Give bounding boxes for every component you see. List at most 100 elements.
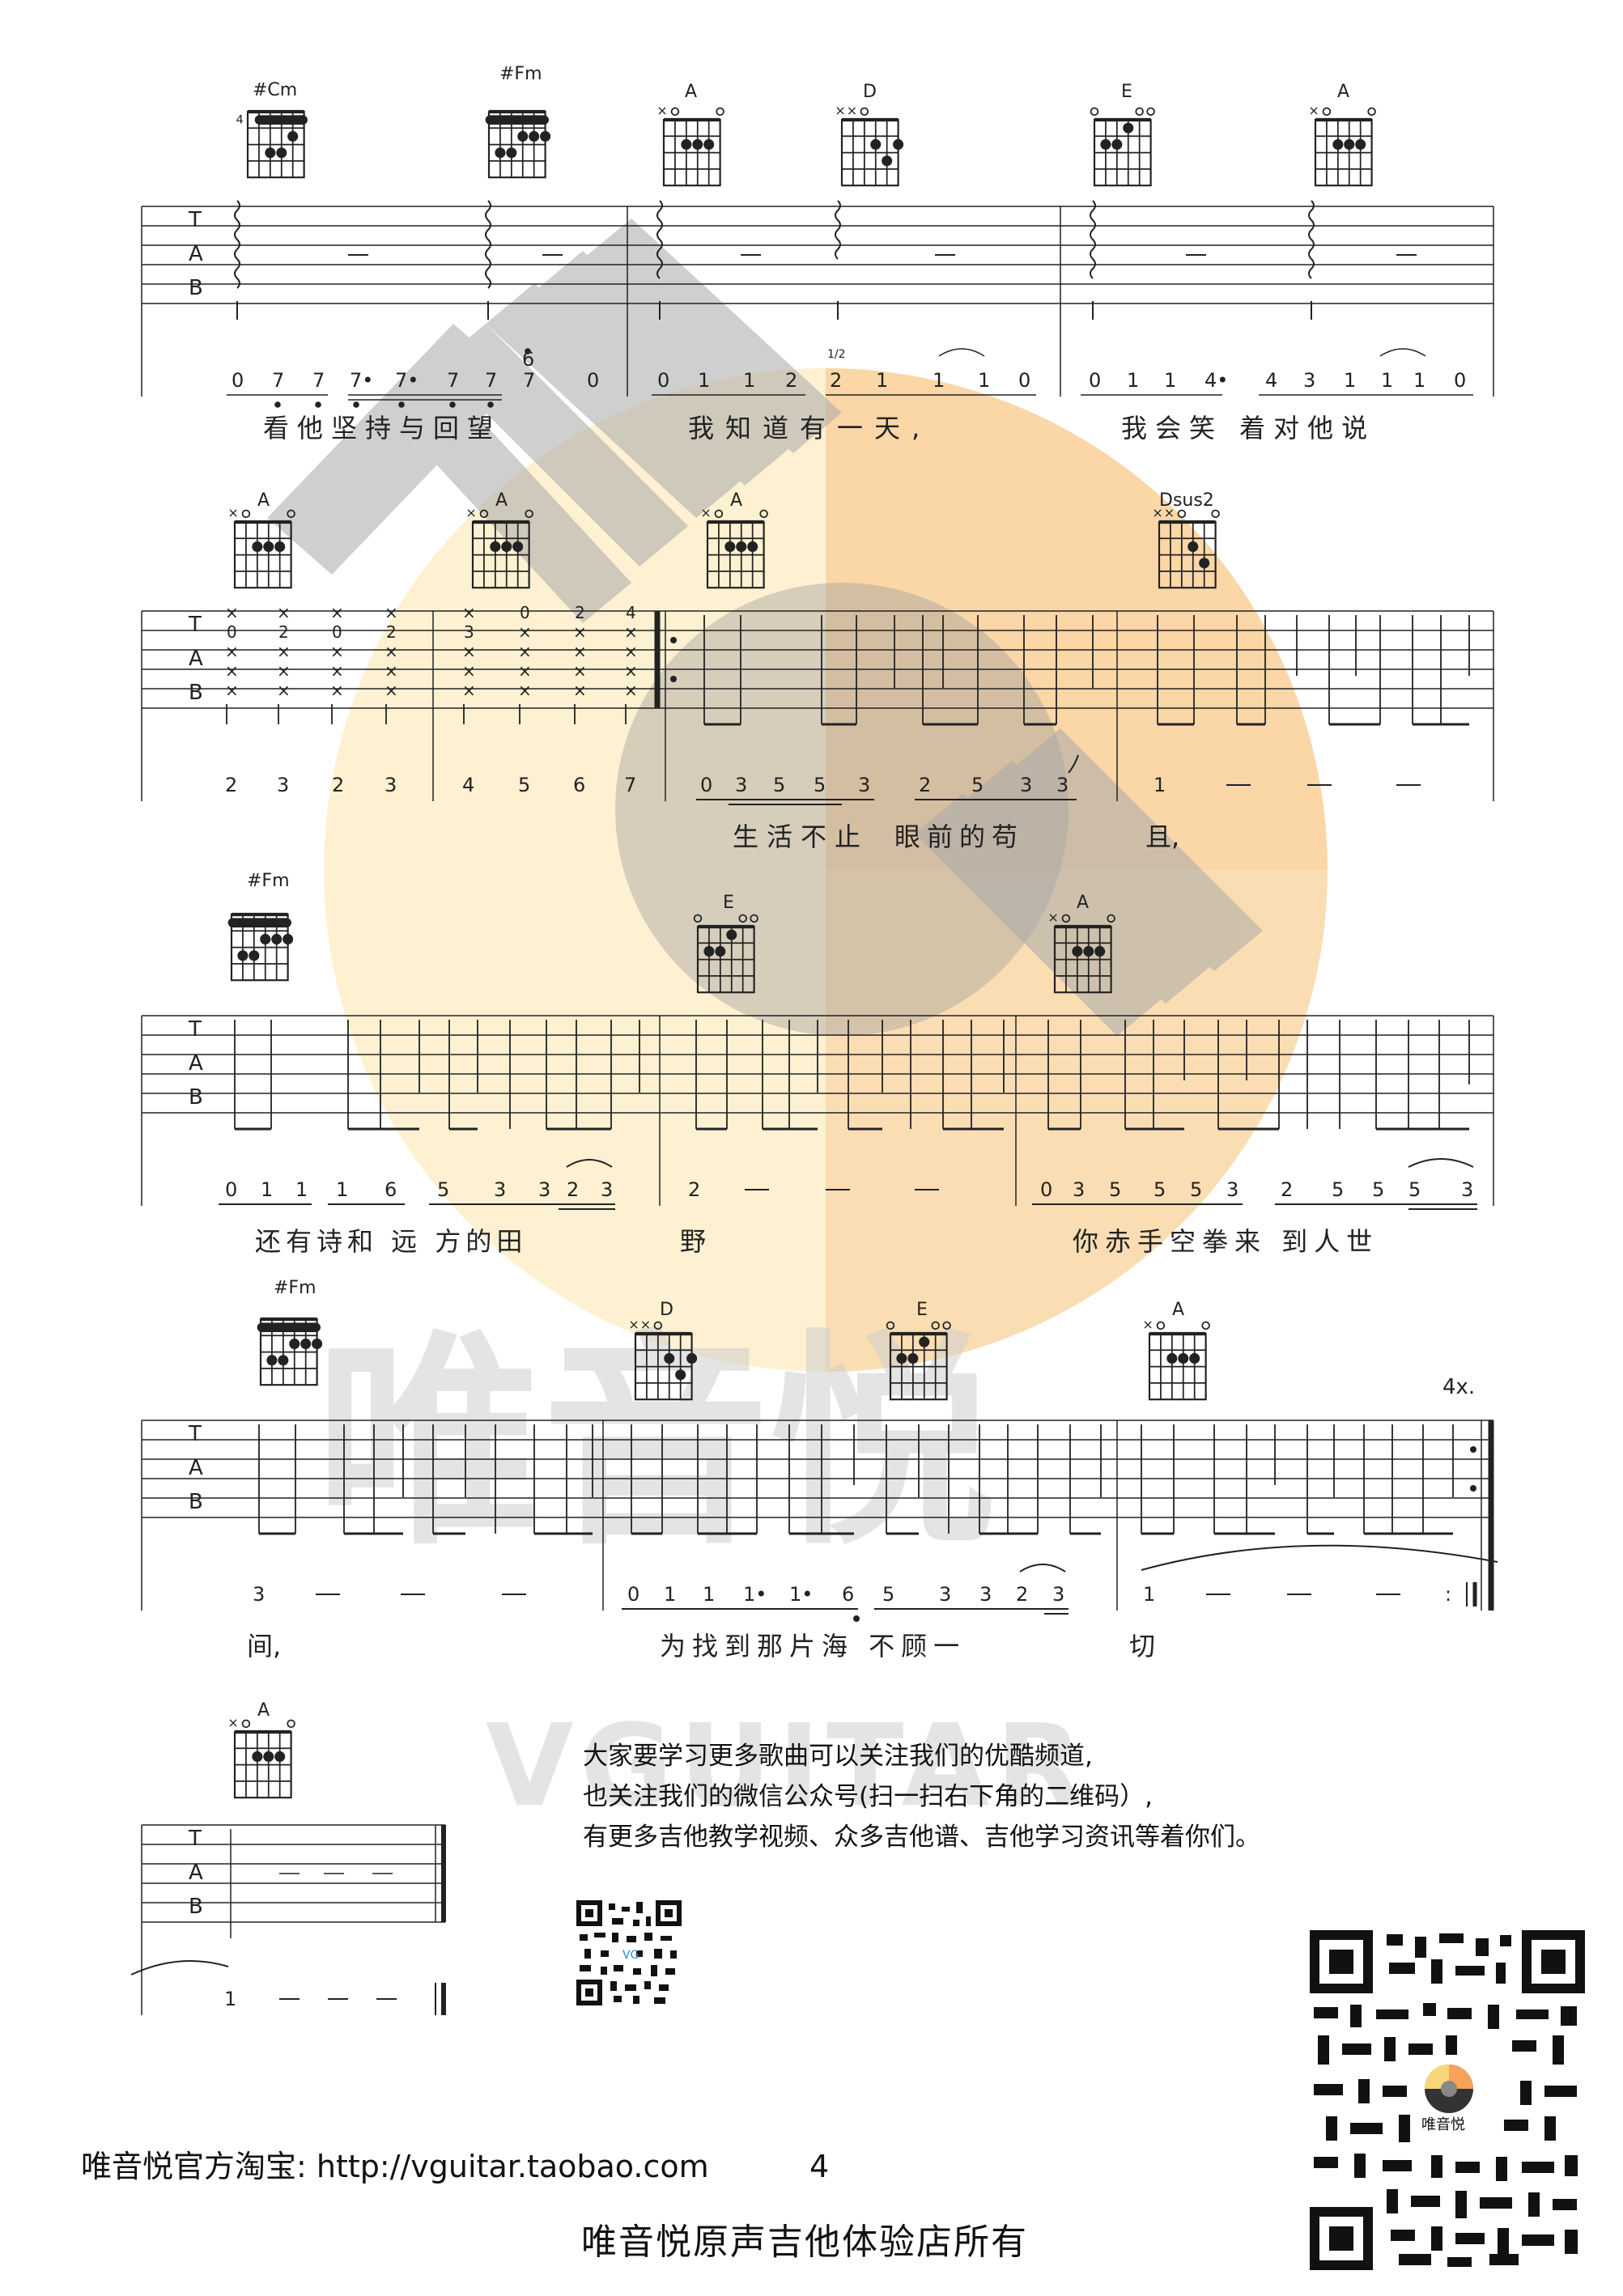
svg-text:还有诗和 远 方的田: 还有诗和 远 方的田 <box>255 1226 527 1257</box>
svg-text:A: A <box>189 1861 203 1885</box>
system-5: A TAB 1 <box>130 1700 446 2015</box>
svg-text:×: × <box>462 681 476 700</box>
svg-text:3: 3 <box>601 1178 613 1201</box>
footer-copyright: 唯音悦原声吉他体验店所有 <box>581 2222 1028 2263</box>
svg-text:1: 1 <box>703 1583 715 1606</box>
svg-text:2: 2 <box>919 774 931 796</box>
svg-text:3: 3 <box>735 774 747 796</box>
svg-text:3: 3 <box>385 774 397 796</box>
svg-text:A: A <box>495 490 508 511</box>
svg-text:0: 0 <box>520 603 530 622</box>
svg-text:A: A <box>189 647 203 671</box>
svg-text:B: B <box>189 1085 203 1110</box>
svg-text:5: 5 <box>1372 1178 1384 1201</box>
svg-text:5: 5 <box>437 1178 449 1201</box>
qr-code-large[interactable]: 唯音悦 <box>1310 1930 1585 2270</box>
chord-diagram-a: A <box>1142 1300 1209 1399</box>
svg-text:×: × <box>330 681 344 700</box>
svg-text:×: × <box>385 681 398 700</box>
qr-code-small[interactable]: VG <box>576 1900 682 2005</box>
svg-text:D: D <box>863 82 877 102</box>
svg-text:#Fm: #Fm <box>499 64 542 84</box>
svg-text:1: 1 <box>261 1178 273 1201</box>
svg-text:A: A <box>730 490 742 511</box>
svg-text:0: 0 <box>1040 1178 1052 1201</box>
qr-brand-label: 唯音悦 <box>1421 2116 1465 2133</box>
svg-text:3: 3 <box>494 1178 506 1201</box>
svg-text:3: 3 <box>1073 1178 1085 1201</box>
note-number: 0 <box>1454 369 1466 392</box>
svg-text:1: 1 <box>1143 1583 1155 1606</box>
note-number: 7 <box>523 369 535 392</box>
svg-text:×: × <box>277 661 291 681</box>
svg-text:×: × <box>225 642 239 661</box>
svg-text:×: × <box>330 661 344 681</box>
tab-staff <box>141 206 1494 397</box>
chord-diagram-a: A <box>1308 82 1375 185</box>
svg-text:6: 6 <box>842 1583 854 1606</box>
svg-text:3: 3 <box>253 1583 265 1606</box>
svg-text:1•: 1• <box>789 1583 813 1606</box>
note-number: 1 <box>876 369 888 392</box>
svg-text:0: 0 <box>227 622 237 642</box>
note-number: 0 <box>232 369 244 392</box>
svg-text:×: × <box>385 603 398 622</box>
note-number: 7 <box>312 369 325 392</box>
footer: 唯音悦官方淘宝: http://vguitar.taobao.com 4 唯音悦… <box>81 2149 1028 2263</box>
svg-text:5: 5 <box>971 774 984 796</box>
svg-text:1•: 1• <box>743 1583 767 1606</box>
tab-clef: TAB <box>188 208 203 300</box>
chord-diagram-f-sharp-minor: #Fm <box>228 871 293 980</box>
ending-marks <box>130 1959 446 2015</box>
svg-text:1: 1 <box>664 1583 676 1606</box>
svg-text:×: × <box>462 603 476 622</box>
qr-center-label: VG <box>622 1949 639 1962</box>
svg-text:且,: 且, <box>1145 821 1179 852</box>
footer-shop-link[interactable]: 唯音悦官方淘宝: http://vguitar.taobao.com <box>81 2149 709 2184</box>
svg-text:6: 6 <box>385 1178 397 1201</box>
svg-text:T: T <box>188 1017 202 1042</box>
svg-text:3: 3 <box>538 1178 550 1201</box>
svg-text:#Fm: #Fm <box>274 1278 317 1298</box>
svg-text:A: A <box>189 1051 203 1076</box>
svg-text:A: A <box>685 82 697 102</box>
svg-text:×: × <box>225 603 239 622</box>
svg-text:3: 3 <box>277 774 289 796</box>
svg-text:T: T <box>188 1422 202 1446</box>
note-number: 1 <box>933 369 945 392</box>
chord-diagram-f-sharp-minor: #Fm <box>486 64 550 177</box>
note-number: 0 <box>1018 369 1030 392</box>
numbered-notation: 3 0 1 1 1• 1• 6 5 3 3 2 3 1 <box>253 1583 1155 1606</box>
svg-text:A: A <box>1337 82 1349 102</box>
grace-note: 1/2 <box>827 348 846 361</box>
note-number: 0 <box>657 369 669 392</box>
svg-text:A: A <box>257 1700 270 1721</box>
score-sheet: 唯音悦 VGUITAR × × × <box>81 64 1585 2270</box>
svg-text:×: × <box>624 681 638 700</box>
svg-text:×: × <box>573 681 587 700</box>
promo-line: 有更多吉他教学视频、众多吉他谱、吉他学习资讯等着你们。 <box>583 1823 1260 1852</box>
chord-diagram-a: A <box>656 82 724 185</box>
svg-text:3: 3 <box>464 622 474 642</box>
svg-text:5: 5 <box>1109 1178 1121 1201</box>
svg-text:5: 5 <box>1332 1178 1344 1201</box>
svg-text:E: E <box>916 1300 928 1320</box>
svg-text:T: T <box>188 1827 202 1851</box>
lyrics: 看他坚持与回望 我知道有一天, 我会笑 着对他说 <box>263 413 1367 443</box>
svg-text:×: × <box>330 603 344 622</box>
svg-text:×: × <box>518 661 532 681</box>
svg-text:×: × <box>385 642 398 661</box>
watermark-brand-cn: 唯音悦 <box>316 1312 996 1576</box>
svg-text:2: 2 <box>567 1178 579 1201</box>
svg-text:2: 2 <box>225 774 237 796</box>
svg-text:×: × <box>624 622 638 642</box>
svg-text:×: × <box>385 661 398 681</box>
svg-text:3: 3 <box>979 1583 992 1606</box>
note-number: 1 <box>698 369 710 392</box>
svg-text:7: 7 <box>624 774 636 796</box>
svg-text:2: 2 <box>278 622 289 642</box>
svg-text:×: × <box>573 642 587 661</box>
svg-text:3: 3 <box>1020 774 1032 796</box>
svg-text:4: 4 <box>626 603 636 622</box>
tab-clef: TAB <box>188 1422 203 1514</box>
